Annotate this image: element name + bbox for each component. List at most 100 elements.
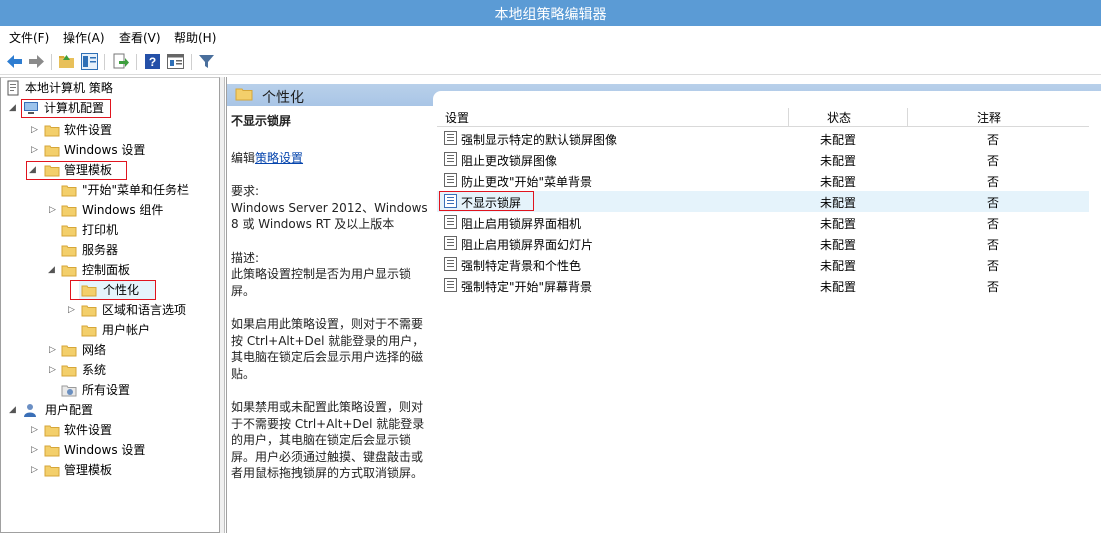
tree-user-admin-templates[interactable]: ▷ 管理模板 [29, 460, 209, 480]
red-highlight-box [21, 99, 111, 118]
tree-user-admin-templates-label: 管理模板 [64, 463, 113, 477]
red-highlight-box [70, 280, 156, 300]
folder-icon [61, 222, 77, 238]
tree-user-accounts[interactable]: 用户帐户 [81, 320, 211, 340]
filter-icon[interactable] [197, 52, 216, 71]
list-header: 设置 状态 注释 [437, 107, 1089, 127]
tree-system[interactable]: ▷ 系统 [48, 360, 198, 380]
toolbar: ? [0, 48, 1101, 75]
collapsed-arrow-icon[interactable]: ▷ [31, 140, 41, 160]
collapsed-arrow-icon[interactable]: ▷ [31, 440, 41, 460]
tree-printers-label: 打印机 [82, 223, 119, 237]
properties-pane-icon[interactable] [166, 52, 185, 71]
expanded-arrow-icon[interactable]: ◢ [9, 400, 19, 420]
menu-bar: 文件(F) 操作(A) 查看(V) 帮助(H) [0, 26, 1101, 48]
collapsed-arrow-icon[interactable]: ▷ [49, 200, 59, 220]
pane-splitter[interactable] [220, 77, 225, 533]
back-icon[interactable] [5, 52, 24, 71]
collapsed-arrow-icon[interactable]: ▷ [49, 340, 59, 360]
setting-comment: 否 [987, 217, 1000, 231]
policy-setting-icon [444, 215, 457, 229]
folder-icon [44, 142, 60, 158]
list-row-selected[interactable]: 不显示锁屏 未配置 否 [437, 191, 1089, 212]
list-area-corner [433, 91, 1101, 107]
list-row[interactable]: 强制显示特定的默认锁屏图像 未配置 否 [437, 128, 1089, 149]
show-hide-tree-icon[interactable] [80, 52, 99, 71]
column-divider[interactable] [907, 108, 908, 126]
collapsed-arrow-icon[interactable]: ▷ [31, 120, 41, 140]
menu-file[interactable]: 文件(F) [7, 29, 51, 46]
tree-root[interactable]: 本地计算机 策略 [5, 78, 215, 98]
list-row[interactable]: 阻止启用锁屏界面相机 未配置 否 [437, 212, 1089, 233]
policy-setting-icon [444, 257, 457, 271]
details-title: 个性化 [262, 90, 304, 106]
setting-name: 阻止更改锁屏图像 [461, 154, 558, 168]
collapsed-arrow-icon[interactable]: ▷ [68, 300, 78, 320]
tree-user-software-settings[interactable]: ▷ 软件设置 [29, 420, 209, 440]
column-comment[interactable]: 注释 [977, 109, 1001, 126]
menu-view[interactable]: 查看(V) [117, 29, 163, 46]
folder-icon [81, 302, 97, 318]
collapsed-arrow-icon[interactable]: ▷ [31, 420, 41, 440]
tree-software-settings[interactable]: ▷ 软件设置 [29, 120, 209, 140]
tree-network-label: 网络 [82, 343, 107, 357]
column-state[interactable]: 状态 [827, 109, 851, 126]
tree-windows-components[interactable]: ▷ Windows 组件 [48, 200, 218, 220]
collapsed-arrow-icon[interactable]: ▷ [49, 360, 59, 380]
tree-user-config[interactable]: ◢ 用户配置 [7, 400, 207, 420]
list-row[interactable]: 阻止更改锁屏图像 未配置 否 [437, 149, 1089, 170]
expanded-arrow-icon[interactable]: ◢ [48, 260, 58, 280]
setting-state: 未配置 [820, 154, 857, 168]
tree-start-menu-taskbar[interactable]: "开始"菜单和任务栏 [61, 180, 219, 200]
tree-printers[interactable]: 打印机 [61, 220, 211, 240]
tree-control-panel-label: 控制面板 [82, 263, 131, 277]
setting-comment: 否 [987, 280, 1000, 294]
collapsed-arrow-icon[interactable]: ▷ [31, 460, 41, 480]
list-row[interactable]: 防止更改"开始"菜单背景 未配置 否 [437, 170, 1089, 191]
help-icon[interactable]: ? [143, 52, 162, 71]
policy-setting-icon [444, 278, 457, 292]
disabled-explanation: 如果禁用或未配置此策略设置，则对于不需要按 Ctrl+Alt+Del 就能登录的… [231, 400, 425, 480]
setting-state: 未配置 [820, 175, 857, 189]
tree-user-windows-settings[interactable]: ▷ Windows 设置 [29, 440, 209, 460]
setting-state: 未配置 [820, 196, 857, 210]
list-row[interactable]: 阻止启用锁屏界面幻灯片 未配置 否 [437, 233, 1089, 254]
tree-network[interactable]: ▷ 网络 [48, 340, 198, 360]
enabled-explanation: 如果启用此策略设置，则对于不需要按 Ctrl+Alt+Del 就能登录的用户，其… [231, 317, 425, 381]
tree-system-label: 系统 [82, 363, 107, 377]
list-row[interactable]: 强制特定背景和个性色 未配置 否 [437, 254, 1089, 275]
setting-state: 未配置 [820, 280, 857, 294]
title-bar: 本地组策略编辑器 [0, 0, 1101, 26]
menu-help[interactable]: 帮助(H) [172, 29, 218, 46]
details-pane: 个性化 不显示锁屏 编辑策略设置 要求: Windows Server 2012… [226, 77, 1101, 533]
forward-icon[interactable] [27, 52, 46, 71]
tree-control-panel[interactable]: ◢ 控制面板 [48, 260, 218, 280]
edit-prefix: 编辑 [231, 150, 256, 165]
tree-region-language-label: 区域和语言选项 [102, 303, 187, 317]
tree-user-accounts-label: 用户帐户 [102, 323, 151, 337]
up-folder-icon[interactable] [57, 52, 76, 71]
column-divider[interactable] [788, 108, 789, 126]
requirements-text: Windows Server 2012、Windows 8 或 Windows … [231, 200, 428, 232]
navigation-tree: 本地计算机 策略 ◢ 计算机配置 ▷ 软件设置 ▷ Windows 设置 ◢ 管… [0, 77, 220, 533]
column-setting[interactable]: 设置 [445, 109, 469, 126]
tree-all-settings[interactable]: 所有设置 [61, 380, 211, 400]
setting-comment: 否 [987, 238, 1000, 252]
tree-windows-settings[interactable]: ▷ Windows 设置 [29, 140, 209, 160]
tree-server[interactable]: 服务器 [61, 240, 211, 260]
list-row[interactable]: 强制特定"开始"屏幕背景 未配置 否 [437, 275, 1089, 296]
red-highlight-box [26, 161, 127, 180]
expanded-arrow-icon[interactable]: ◢ [9, 98, 19, 118]
folder-icon [61, 182, 77, 198]
folder-icon [61, 362, 77, 378]
setting-name: 阻止启用锁屏界面幻灯片 [461, 238, 594, 252]
export-list-icon[interactable] [111, 52, 130, 71]
description-label: 描述: [231, 250, 260, 265]
policy-description: 不显示锁屏 编辑策略设置 要求: Windows Server 2012、Win… [231, 113, 433, 482]
folder-icon [61, 242, 77, 258]
user-icon [23, 402, 39, 418]
menu-action[interactable]: 操作(A) [61, 29, 107, 46]
tree-region-language[interactable]: ▷ 区域和语言选项 [67, 300, 217, 320]
edit-policy-link[interactable]: 策略设置 [255, 151, 303, 165]
svg-text:?: ? [149, 55, 156, 69]
